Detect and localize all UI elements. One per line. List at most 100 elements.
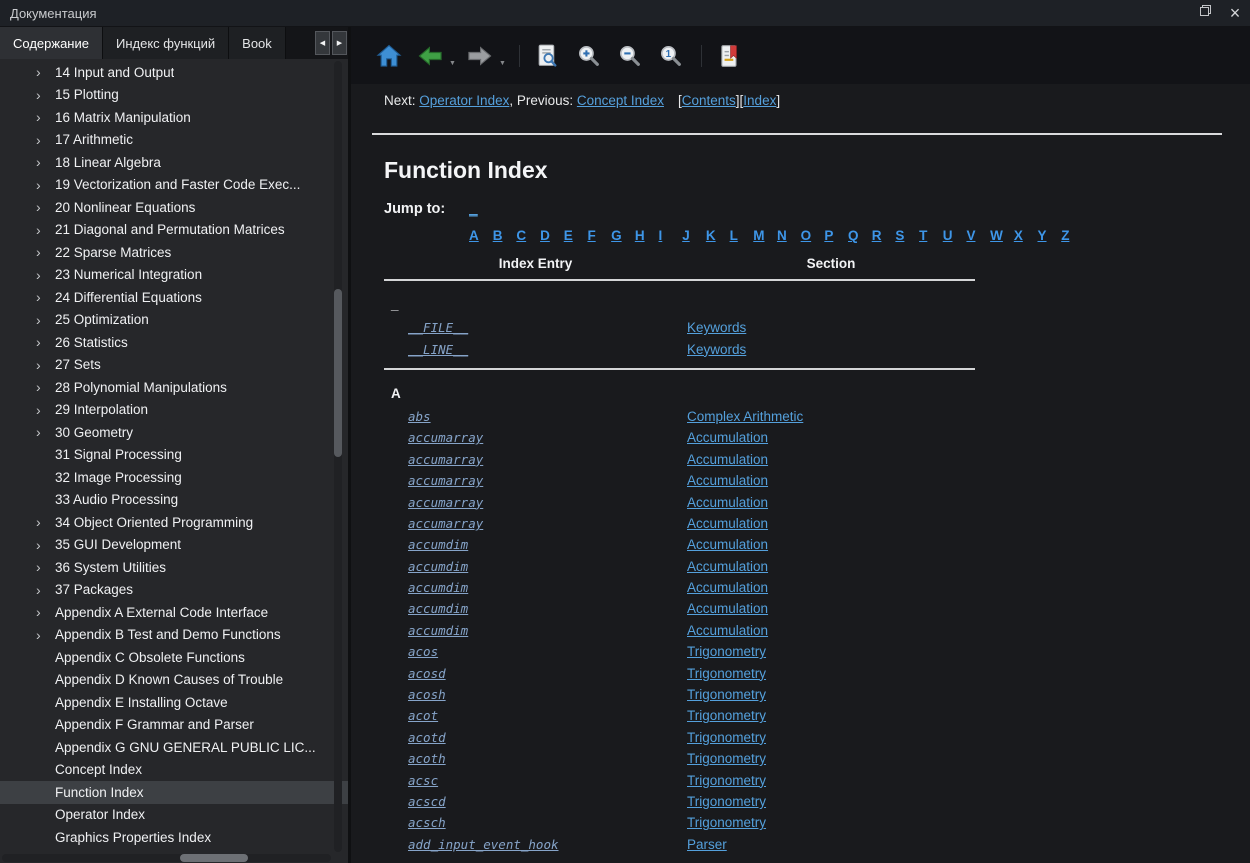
jump-letter-I[interactable]: I [659, 227, 683, 245]
section-link[interactable]: Accumulation [687, 537, 768, 552]
section-link[interactable]: Trigonometry [687, 730, 766, 745]
function-link[interactable]: acosd [408, 666, 446, 681]
section-link[interactable]: Trigonometry [687, 666, 766, 681]
tree-item[interactable]: ›14 Input and Output [0, 61, 348, 84]
jump-letter-E[interactable]: E [564, 227, 588, 245]
chevron-right-icon[interactable]: › [36, 200, 55, 214]
tree-item[interactable]: ›15 Plotting [0, 84, 348, 107]
tree-item[interactable]: Graphics Properties Index [0, 826, 348, 849]
tab-scroll-left-button[interactable]: ◀ [315, 31, 330, 55]
tree-item[interactable]: ›16 Matrix Manipulation [0, 106, 348, 129]
nav-next-link[interactable]: Operator Index [419, 93, 509, 108]
zoom-in-button[interactable] [573, 37, 605, 75]
section-link[interactable]: Trigonometry [687, 708, 766, 723]
tree-item[interactable]: 33 Audio Processing [0, 489, 348, 512]
chevron-right-icon[interactable]: › [36, 223, 55, 237]
jump-letter-underscore[interactable]: _ [469, 201, 478, 217]
chevron-right-icon[interactable]: › [36, 358, 55, 372]
tree-item[interactable]: 31 Signal Processing [0, 444, 348, 467]
section-link[interactable]: Accumulation [687, 516, 768, 531]
function-link[interactable]: acotd [408, 730, 446, 745]
tree-item[interactable]: ›19 Vectorization and Faster Code Exec..… [0, 174, 348, 197]
jump-letter-P[interactable]: P [824, 227, 848, 245]
tree-item[interactable]: ›37 Packages [0, 579, 348, 602]
restore-button[interactable] [1190, 0, 1220, 26]
section-link[interactable]: Accumulation [687, 473, 768, 488]
jump-letter-W[interactable]: W [990, 227, 1014, 245]
jump-letter-O[interactable]: O [801, 227, 825, 245]
section-link[interactable]: Accumulation [687, 430, 768, 445]
tree-item[interactable]: 32 Image Processing [0, 466, 348, 489]
chevron-right-icon[interactable]: › [36, 583, 55, 597]
title-bar[interactable]: Документация × [0, 0, 1250, 27]
jump-letter-L[interactable]: L [730, 227, 754, 245]
tree-item[interactable]: ›26 Statistics [0, 331, 348, 354]
function-link[interactable]: accumdim [408, 559, 468, 574]
function-link[interactable]: accumarray [408, 473, 483, 488]
jump-letter-B[interactable]: B [493, 227, 517, 245]
section-link[interactable]: Accumulation [687, 559, 768, 574]
tree-item[interactable]: Appendix D Known Causes of Trouble [0, 669, 348, 692]
jump-letter-V[interactable]: V [966, 227, 990, 245]
tree-item[interactable]: ›18 Linear Algebra [0, 151, 348, 174]
section-link[interactable]: Trigonometry [687, 644, 766, 659]
jump-letter-C[interactable]: C [516, 227, 540, 245]
section-link[interactable]: Accumulation [687, 495, 768, 510]
chevron-right-icon[interactable]: › [36, 245, 55, 259]
jump-letter-Z[interactable]: Z [1061, 227, 1085, 245]
tree-item[interactable]: Appendix C Obsolete Functions [0, 646, 348, 669]
function-link[interactable]: accumarray [408, 430, 483, 445]
chevron-right-icon[interactable]: › [36, 155, 55, 169]
function-link[interactable]: abs [408, 409, 431, 424]
section-link[interactable]: Trigonometry [687, 751, 766, 766]
function-link[interactable]: acos [408, 644, 438, 659]
section-link[interactable]: Keywords [687, 342, 746, 357]
function-link[interactable]: __FILE__ [408, 320, 468, 335]
chevron-right-icon[interactable]: › [36, 88, 55, 102]
chevron-right-icon[interactable]: › [36, 538, 55, 552]
chevron-right-icon[interactable]: › [36, 425, 55, 439]
tree-item[interactable]: ›23 Numerical Integration [0, 264, 348, 287]
jump-letter-M[interactable]: M [753, 227, 777, 245]
tree-item[interactable]: Appendix G GNU GENERAL PUBLIC LIC... [0, 736, 348, 759]
chevron-right-icon[interactable]: › [36, 403, 55, 417]
jump-letter-F[interactable]: F [587, 227, 611, 245]
vertical-scrollbar-thumb[interactable] [334, 289, 342, 457]
tree-item[interactable]: Appendix E Installing Octave [0, 691, 348, 714]
jump-letter-R[interactable]: R [872, 227, 896, 245]
nav-previous-link[interactable]: Concept Index [577, 93, 664, 108]
function-link[interactable]: acoth [408, 751, 446, 766]
jump-letter-Y[interactable]: Y [1038, 227, 1062, 245]
function-link[interactable]: acsch [408, 815, 446, 830]
tree-item[interactable]: ›36 System Utilities [0, 556, 348, 579]
jump-letter-H[interactable]: H [635, 227, 659, 245]
function-link[interactable]: accumdim [408, 623, 468, 638]
chevron-right-icon[interactable]: › [36, 628, 55, 642]
tab-1[interactable]: Содержание [0, 27, 103, 59]
tree-item[interactable]: Concept Index [0, 759, 348, 782]
function-link[interactable]: acscd [408, 794, 446, 809]
function-link[interactable]: accumarray [408, 495, 483, 510]
chevron-right-icon[interactable]: › [36, 133, 55, 147]
tree-item[interactable]: ›24 Differential Equations [0, 286, 348, 309]
tree-item[interactable]: ›22 Sparse Matrices [0, 241, 348, 264]
jump-letter-S[interactable]: S [895, 227, 919, 245]
chevron-right-icon[interactable]: › [36, 110, 55, 124]
jump-letter-A[interactable]: A [469, 227, 493, 245]
section-link[interactable]: Accumulation [687, 601, 768, 616]
tree-item[interactable]: ›28 Polynomial Manipulations [0, 376, 348, 399]
dropdown-arrow-icon[interactable]: ▼ [499, 60, 506, 67]
chevron-right-icon[interactable]: › [36, 335, 55, 349]
dropdown-arrow-icon[interactable]: ▼ [449, 60, 456, 67]
horizontal-scrollbar-thumb[interactable] [180, 854, 248, 862]
tree-item[interactable]: ›17 Arithmetic [0, 129, 348, 152]
jump-letter-T[interactable]: T [919, 227, 943, 245]
jump-letter-J[interactable]: J [682, 227, 706, 245]
bookmark-button[interactable] [714, 37, 746, 75]
tree-item[interactable]: ›30 Geometry [0, 421, 348, 444]
function-link[interactable]: accumdim [408, 601, 468, 616]
close-button[interactable]: × [1220, 0, 1250, 26]
section-link[interactable]: Accumulation [687, 452, 768, 467]
tree-item[interactable]: ›29 Interpolation [0, 399, 348, 422]
chevron-right-icon[interactable]: › [36, 65, 55, 79]
